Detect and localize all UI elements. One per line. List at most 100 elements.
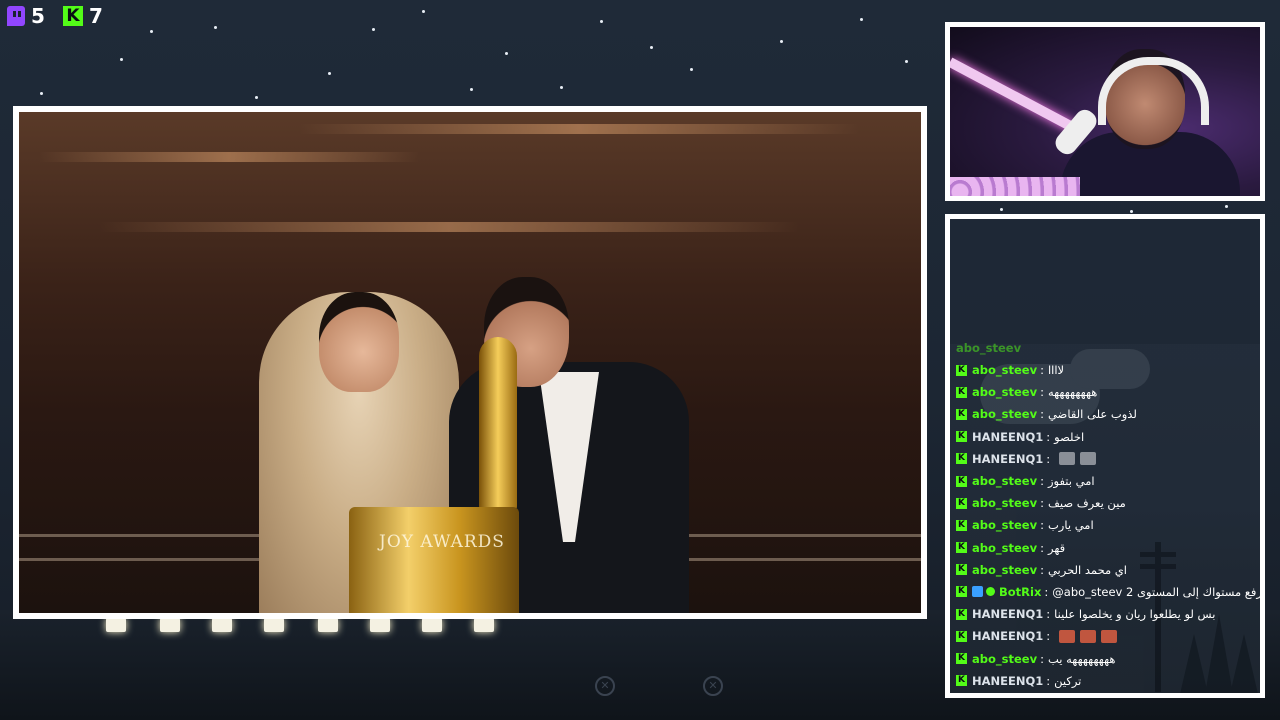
chat-text: لذوب على القاضي (1047, 407, 1137, 422)
chat-text: بس لو يطلعوا ريان و يخلصوا علينا (1054, 607, 1216, 622)
star (40, 92, 43, 95)
star (120, 58, 123, 61)
chat-username[interactable]: abo_steev (972, 385, 1037, 399)
chat-emote-icon (1101, 629, 1118, 643)
light-bulb (370, 618, 390, 632)
star (690, 68, 693, 71)
verified-badge-icon (986, 587, 995, 597)
podium (349, 507, 519, 613)
mic-arm (950, 57, 1076, 133)
star (560, 86, 563, 89)
kick-viewer-count: 7 (89, 4, 103, 28)
chat-message[interactable]: K HANEENQ1: تركين (956, 670, 1256, 692)
chat-message-partial: abo_steev (956, 341, 1022, 356)
light-bulb (212, 618, 232, 632)
chat-username[interactable]: abo_steev (972, 652, 1037, 666)
star (905, 60, 908, 63)
kick-badge-icon: K (956, 475, 967, 487)
chat-username[interactable]: HANEENQ1 (972, 430, 1043, 444)
kick-badge-icon: K (956, 564, 967, 576)
chat-username[interactable]: BotRix (999, 585, 1041, 599)
chat-message[interactable]: K BotRix:@abo_steev قمت برفع مستواك إلى ا… (956, 581, 1260, 603)
chat-username[interactable]: abo_steev (972, 541, 1037, 555)
light-bulb (318, 618, 338, 632)
chat-username[interactable]: HANEENQ1 (972, 607, 1043, 621)
chat-username[interactable]: abo_steev (972, 363, 1037, 377)
star (422, 10, 425, 13)
chat-message[interactable]: Kabo_steev: لذوب على القاضي (956, 403, 1256, 425)
kick-logo-icon: K (63, 6, 83, 26)
star (214, 26, 217, 29)
chat-message[interactable]: Kabo_steev: لاااا (956, 359, 1256, 381)
chat-text: ههههههههه (1047, 385, 1098, 400)
podium-logo-text: JOY AWARDS (379, 532, 505, 552)
chat-separator: : (1040, 385, 1044, 400)
chat-message[interactable]: K HANEENQ1: (956, 625, 1256, 647)
kick-badge-icon: K (956, 364, 967, 376)
kick-badge-icon: K (956, 386, 967, 398)
chat-panel[interactable]: abo_steev Kabo_steev: لاااا Kabo_steev: ههه… (950, 219, 1260, 693)
chat-text: @abo_steev قمت برفع مستواك إلى المستوى 2 (1052, 584, 1260, 599)
chat-message[interactable]: K HANEENQ1: (956, 448, 1256, 470)
chat-separator: : (1040, 540, 1044, 555)
twitch-viewer-counter: 5 (7, 4, 45, 28)
chat-emote-icon (1080, 629, 1097, 643)
light-bulb (474, 618, 494, 632)
chat-username[interactable]: abo_steev (972, 407, 1037, 421)
light-bulb (422, 618, 442, 632)
chat-message[interactable]: Kabo_steev: مين يعرف صيف (956, 492, 1256, 514)
star (1225, 205, 1228, 208)
chat-text: مين يعرف صيف (1047, 496, 1126, 511)
chat-text: لاااا (1047, 363, 1065, 378)
chat-message[interactable]: Kabo_steev: ههههههههه يب (956, 647, 1256, 669)
wheel-icon: ✕ (703, 676, 723, 696)
chat-username[interactable]: HANEENQ1 (972, 452, 1043, 466)
main-video-frame: JOY AWARDS (13, 106, 927, 619)
star (860, 18, 863, 21)
chat-username[interactable]: abo_steev (972, 563, 1037, 577)
kick-badge-icon: K (956, 586, 967, 598)
chat-separator: : (1040, 363, 1044, 378)
stage-light (99, 222, 799, 232)
chat-separator: : (1040, 496, 1044, 511)
presenter-woman-head (319, 292, 399, 392)
chat-text: اخلصو (1054, 429, 1085, 444)
chat-text: قهر (1047, 540, 1066, 555)
chat-message[interactable]: K HANEENQ1: بس لو يطلعوا ريان و يخلصوا علي… (956, 603, 1256, 625)
wheel-icon: ✕ (595, 676, 615, 696)
chat-message[interactable]: Kabo_steev: ههههههههه (956, 381, 1256, 403)
chat-separator: : (1040, 651, 1044, 666)
webcam-video[interactable] (950, 27, 1260, 196)
stage-light (299, 124, 859, 134)
chat-username[interactable]: abo_steev (972, 518, 1037, 532)
chat-username[interactable]: abo_steev (972, 496, 1037, 510)
star (1130, 210, 1133, 213)
chat-message[interactable]: Kabo_steev: اي محمد الحربي (956, 559, 1256, 581)
kick-badge-icon: K (956, 497, 967, 509)
light-bulb (106, 618, 126, 632)
chat-username[interactable]: abo_steev (972, 474, 1037, 488)
kick-badge-icon: K (956, 630, 967, 642)
chat-text: تركين (1054, 673, 1082, 688)
chat-username[interactable]: HANEENQ1 (972, 674, 1043, 688)
light-bulb (160, 618, 180, 632)
twitch-viewer-count: 5 (31, 4, 45, 28)
chat-separator: : (1046, 629, 1051, 644)
acoustic-foam (950, 177, 1080, 196)
chat-message[interactable]: Kabo_steev: قهر (956, 537, 1256, 559)
chat-username[interactable]: HANEENQ1 (972, 629, 1043, 643)
chat-message[interactable]: Kabo_steev: امي يارب (956, 514, 1256, 536)
webcam-frame (945, 22, 1265, 201)
chat-message[interactable]: K HANEENQ1: اخلصو (956, 426, 1256, 448)
kick-badge-icon: K (956, 408, 967, 420)
chat-separator: : (1046, 451, 1051, 466)
kick-badge-icon: K (956, 542, 967, 554)
chat-message-list: Kabo_steev: لاااا Kabo_steev: ههههههههه Kabo… (956, 359, 1260, 692)
main-video[interactable]: JOY AWARDS (19, 112, 921, 613)
chat-separator: : (1044, 584, 1049, 599)
chat-message[interactable]: Kabo_steev: امي بتفوز (956, 470, 1256, 492)
stage-light (39, 152, 419, 162)
chat-separator: : (1040, 562, 1044, 577)
twitch-logo-icon (7, 6, 25, 26)
star (372, 28, 375, 31)
